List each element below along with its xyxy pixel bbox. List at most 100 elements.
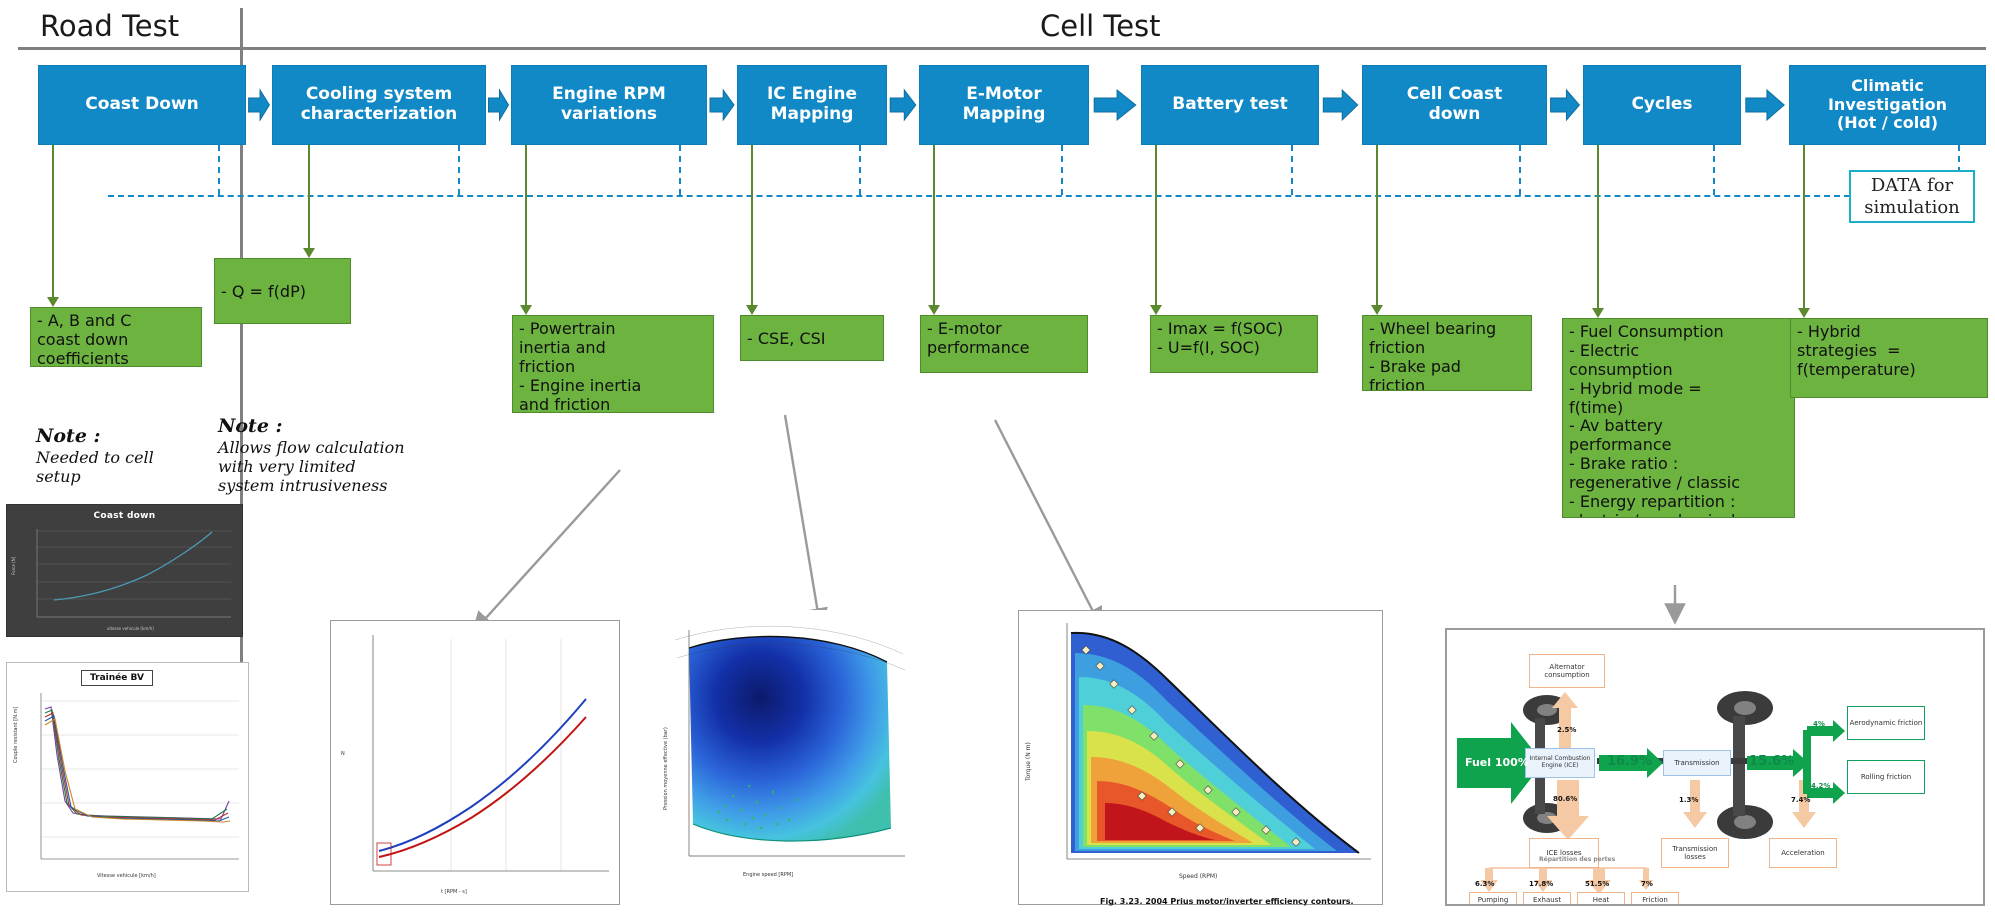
process-arrow-cycles xyxy=(1745,88,1785,122)
note-heading: Note : xyxy=(218,415,283,437)
engine-map-xlabel: Engine speed [RPM] xyxy=(743,872,794,878)
loss-split-pct-3: 7% xyxy=(1641,880,1653,888)
friction-box: Friction xyxy=(1631,892,1679,904)
result-line: - Brake pad xyxy=(1369,356,1461,376)
dashed-stub-engine-rpm-results xyxy=(679,145,681,195)
result-line: - Brake ratio : xyxy=(1569,454,1679,474)
engine-rpm-plot-panel: t [RPM - s] N xyxy=(330,620,620,905)
process-arrow-e-motor-mapping xyxy=(1093,88,1137,122)
ice-box: Internal Combustion Engine (ICE) xyxy=(1525,748,1595,778)
result-box-coast-down-results: - A, B and Ccoast downcoefficients- Gear… xyxy=(30,307,202,367)
simulation-data-bus xyxy=(108,195,1850,197)
engine-map-ylabel: Pression moyenne effective (bar) xyxy=(663,727,669,810)
note-block-note-cooling: Note : Allows flow calculation with very l… xyxy=(218,415,433,495)
process-step-e-motor-mapping[interactable]: E-Motor Mapping xyxy=(919,65,1089,145)
result-line: - U=f(I, SOC) xyxy=(1157,337,1260,357)
dashed-stub-cycles-results xyxy=(1713,145,1715,195)
alternator-consumption-box: Alternator consumption xyxy=(1529,654,1605,688)
energy-flow-panel: Alternator consumption 2.5% Internal Com… xyxy=(1445,628,1985,906)
result-line: - Av battery xyxy=(1569,416,1663,436)
process-arrow-engine-rpm xyxy=(709,88,735,122)
ice-losses-pct: 80.6% xyxy=(1553,795,1578,803)
aerodynamic-friction-box: Aerodynamic friction xyxy=(1847,706,1925,740)
result-line: f(time) xyxy=(1569,397,1624,417)
note-line: Needed to cell xyxy=(36,447,154,467)
note-heading: Note : xyxy=(36,425,101,447)
process-step-coast-down[interactable]: Coast Down xyxy=(38,65,246,145)
transmission-losses-pct: 1.3% xyxy=(1679,796,1699,804)
result-line: - E-motor xyxy=(927,319,1002,338)
connector-line-battery-results xyxy=(1155,145,1157,305)
connector-line-climatic-results xyxy=(1803,145,1805,308)
loss-split-label: Répartition des pertes xyxy=(1539,856,1616,863)
connector-line-e-motor-results xyxy=(933,145,935,305)
connector-arrowhead-cycles-results xyxy=(1592,308,1604,318)
process-step-label-line: Cycles xyxy=(1631,94,1693,115)
connector-line-coast-down-results xyxy=(52,145,54,297)
data-for-simulation-line: DATA for xyxy=(1870,175,1954,197)
connector-arrowhead-cell-coast-results xyxy=(1371,305,1383,315)
rpm-plot-xlabel: t [RPM - s] xyxy=(441,889,467,895)
result-box-engine-rpm-results: - Powertrain inertia and friction - Engine … xyxy=(512,315,714,413)
trainee-xlabel: Vitesse vehicule [km/h] xyxy=(97,873,156,879)
prius-map-ylabel: Torque (N m) xyxy=(1025,742,1032,781)
process-arrow-battery-test xyxy=(1322,88,1359,122)
ice-losses-box: ICE losses xyxy=(1529,838,1599,868)
result-line: inertia and xyxy=(519,337,606,357)
rolling-pct: 4.2% xyxy=(1811,782,1831,790)
result-box-e-motor-results: - E-motor performance xyxy=(920,315,1088,373)
process-step-ic-engine-mapping[interactable]: IC Engine Mapping xyxy=(737,65,887,145)
loss-split-pct-1: 17.8% xyxy=(1529,880,1554,888)
process-step-label-line: Investigation xyxy=(1827,94,1948,114)
result-line: - Electric xyxy=(1569,340,1640,360)
process-step-label-line: Cell Coast xyxy=(1406,84,1503,105)
engine-efficiency-map-panel: Engine speed [RPM] Pression moyenne effe… xyxy=(655,610,920,900)
result-line: and friction xyxy=(519,394,611,413)
loss-split-pct-0: 6.3% xyxy=(1475,880,1495,888)
note-block-note-coast-down: Note : Needed to cell setup xyxy=(36,425,216,486)
process-step-cycles[interactable]: Cycles xyxy=(1583,65,1741,145)
arrow-to-prius-map xyxy=(993,419,1103,630)
result-line: f(temperature) xyxy=(1797,359,1916,379)
connector-arrowhead-engine-rpm-results xyxy=(520,305,532,315)
result-line: - Engine inertia xyxy=(519,375,642,395)
result-line: - A, B and C xyxy=(37,311,132,330)
process-step-label-line: variations xyxy=(560,104,658,124)
result-line: consumption xyxy=(1569,359,1673,379)
result-line: - Q = f(dP) xyxy=(221,281,306,301)
alternator-pct: 2.5% xyxy=(1557,726,1577,734)
acceleration-pct: 7.4% xyxy=(1791,796,1811,804)
process-step-engine-rpm[interactable]: Engine RPM variations xyxy=(511,65,707,145)
loss-split-pct-2: 51.5% xyxy=(1585,880,1610,888)
dashed-stub-cell-coast-results xyxy=(1519,145,1521,195)
result-line: regenerative / classic xyxy=(1569,473,1740,492)
coast-down-chart-panel: Coast down Force [N] vitesse vehicule [k… xyxy=(6,504,243,637)
process-step-battery-test[interactable]: Battery test xyxy=(1141,65,1319,145)
process-step-cell-coast-down[interactable]: Cell Coast down xyxy=(1362,65,1547,145)
result-line: friction xyxy=(519,356,576,376)
data-for-simulation-line: simulation xyxy=(1864,196,1960,218)
ice-output-pct: 16.9% xyxy=(1607,754,1653,769)
arrow-to-engine-rpm-plot xyxy=(471,469,621,634)
process-step-label-line: Climatic xyxy=(1851,76,1924,96)
result-line: coefficients xyxy=(37,348,129,367)
note-line: setup xyxy=(36,466,81,486)
process-step-climatic-investigation[interactable]: Climatic Investigation (Hot / cold) xyxy=(1789,65,1986,145)
dashed-stub-battery-results xyxy=(1291,145,1293,195)
result-line: - Energy repartition : xyxy=(1569,491,1736,511)
process-step-cooling-system[interactable]: Cooling system characterization xyxy=(272,65,486,145)
transmission-box: Transmission xyxy=(1663,750,1731,776)
connector-line-cell-coast-results xyxy=(1376,145,1378,305)
transmission-output-pct: 15.6% xyxy=(1749,754,1795,769)
process-arrow-coast-down xyxy=(248,88,270,122)
connector-line-ic-engine-results xyxy=(751,145,753,305)
process-step-label-line: Engine RPM xyxy=(552,84,666,105)
process-step-label-line: IC Engine xyxy=(766,84,858,105)
result-line: friction xyxy=(1369,337,1426,357)
result-box-ic-engine-results: - CSE, CSI xyxy=(740,315,884,361)
result-box-cooling-results: - Q = f(dP) xyxy=(214,258,351,324)
result-box-cycles-results: - Fuel Consumption - Electric consumption -… xyxy=(1562,318,1795,518)
connector-arrowhead-climatic-results xyxy=(1798,308,1810,318)
road-test-title: Road Test xyxy=(40,9,180,43)
connector-line-cycles-results xyxy=(1597,145,1599,308)
